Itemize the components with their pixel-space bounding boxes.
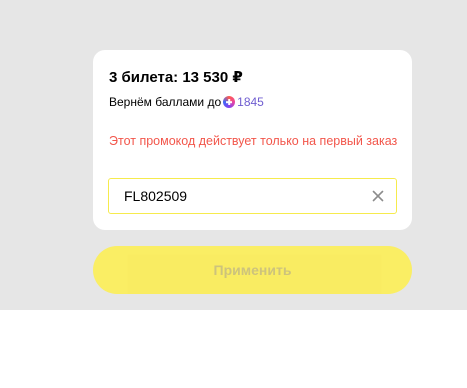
cashback-prefix: Вернём баллами до bbox=[109, 95, 222, 109]
cashback-points: 1845 bbox=[237, 95, 264, 109]
order-total-title: 3 билета: 13 530 ₽ bbox=[109, 69, 243, 86]
apply-button[interactable]: Применить bbox=[93, 246, 412, 294]
promo-card: 3 билета: 13 530 ₽ Вернём баллами до 184… bbox=[93, 50, 412, 230]
plus-points-icon bbox=[223, 96, 236, 108]
cashback-line: Вернём баллами до 1845 bbox=[109, 95, 264, 109]
promo-error-message: Этот промокод действует только на первый… bbox=[109, 134, 398, 148]
close-icon[interactable] bbox=[372, 190, 384, 202]
promo-input-field[interactable] bbox=[108, 178, 397, 214]
promo-code-input[interactable] bbox=[124, 188, 354, 204]
